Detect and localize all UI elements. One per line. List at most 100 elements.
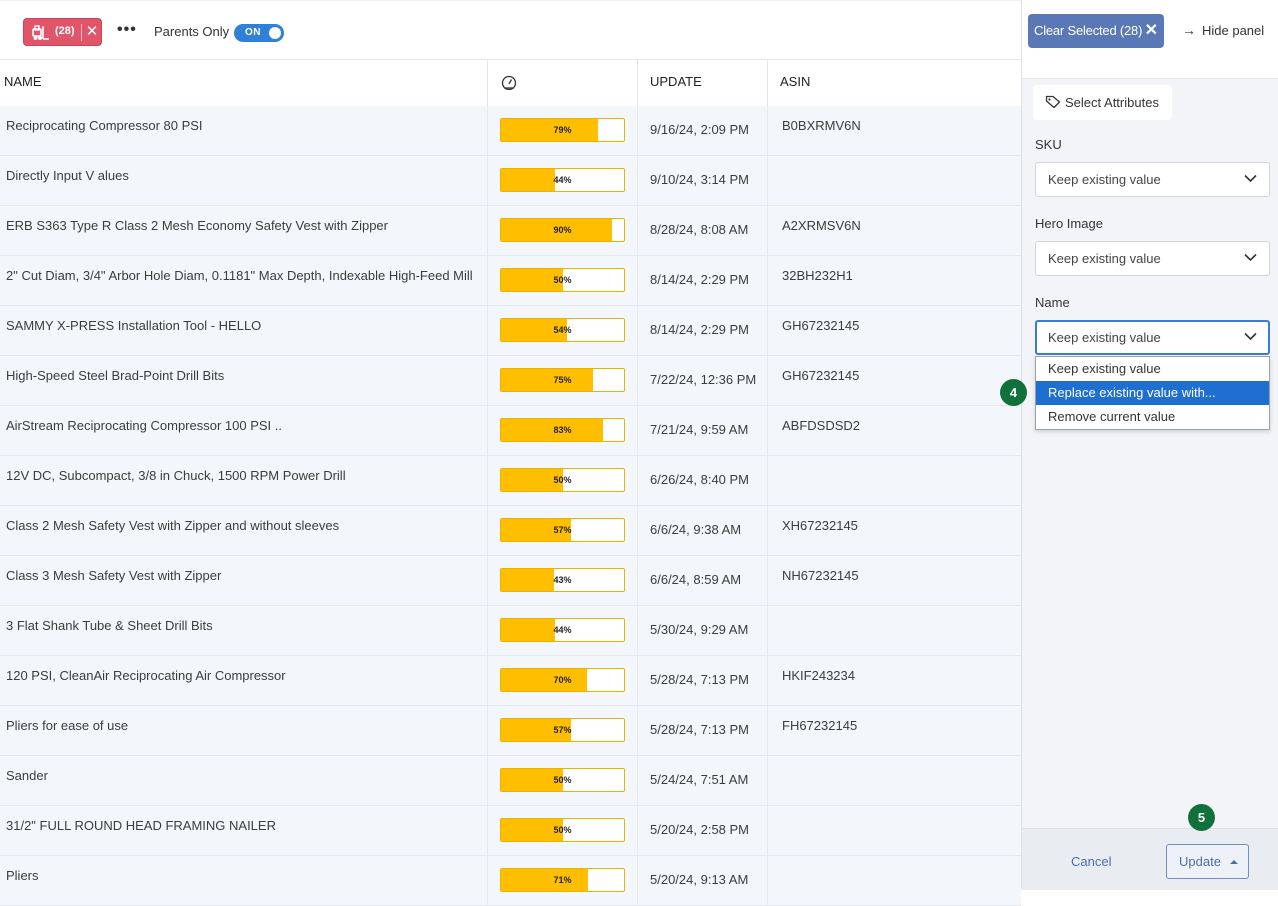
table-row[interactable]: High-Speed Steel Brad-Point Drill Bits 75…: [0, 356, 1021, 406]
product-name[interactable]: AirStream Reciprocating Compressor 100 P…: [6, 418, 282, 433]
product-name[interactable]: 120 PSI, CleanAir Reciprocating Air Comp…: [6, 668, 286, 683]
clear-filter-icon[interactable]: ✕: [84, 22, 100, 42]
toggle-state-label: ON: [245, 27, 261, 38]
column-divider: [767, 556, 768, 605]
column-divider: [767, 806, 768, 855]
score-bar: 90%: [500, 218, 625, 242]
name-label: Name: [1035, 295, 1070, 310]
hide-panel-button[interactable]: → Hide panel: [1182, 22, 1264, 38]
column-divider: [487, 156, 488, 205]
column-header-update[interactable]: UPDATE: [650, 60, 702, 106]
column-header-name[interactable]: NAME: [4, 60, 42, 106]
caret-up-icon: [1230, 860, 1238, 864]
table-header: NAME UPDATE ASIN: [0, 59, 1021, 107]
table-row[interactable]: Class 2 Mesh Safety Vest with Zipper and…: [0, 506, 1021, 556]
asin-value: NH67232145: [782, 568, 859, 583]
hero-image-dropdown-value: Keep existing value: [1048, 251, 1161, 266]
arrow-right-icon: →: [1182, 22, 1196, 38]
asin-value: XH67232145: [782, 518, 858, 533]
product-name[interactable]: Class 2 Mesh Safety Vest with Zipper and…: [6, 518, 339, 533]
toggle-knob: [269, 27, 281, 39]
column-divider: [637, 506, 638, 555]
update-date: 8/14/24, 2:29 PM: [650, 272, 750, 287]
product-name[interactable]: Class 3 Mesh Safety Vest with Zipper: [6, 568, 221, 583]
bulk-edit-panel: Clear Selected (28) ✕ → Hide panel Select…: [1021, 0, 1278, 890]
score-percent: 75%: [553, 375, 572, 385]
column-header-asin[interactable]: ASIN: [780, 60, 810, 106]
hero-image-dropdown[interactable]: Keep existing value: [1035, 241, 1270, 276]
hide-panel-label: Hide panel: [1202, 23, 1265, 38]
product-name[interactable]: 31/2" FULL ROUND HEAD FRAMING NAILER: [6, 818, 276, 833]
product-name[interactable]: 3 Flat Shank Tube & Sheet Drill Bits: [6, 618, 213, 633]
cancel-button[interactable]: Cancel: [1071, 854, 1111, 869]
table-row[interactable]: AirStream Reciprocating Compressor 100 P…: [0, 406, 1021, 456]
table-row[interactable]: 3 Flat Shank Tube & Sheet Drill Bits 44% 5…: [0, 606, 1021, 656]
product-name[interactable]: Pliers: [6, 868, 39, 883]
product-name[interactable]: ERB S363 Type R Class 2 Mesh Economy Saf…: [6, 218, 388, 233]
column-divider: [767, 206, 768, 255]
product-name[interactable]: High-Speed Steel Brad-Point Drill Bits: [6, 368, 224, 383]
product-name[interactable]: Sander: [6, 768, 48, 783]
table-row[interactable]: Sander 50% 5/24/24, 7:51 AM: [0, 756, 1021, 806]
update-date: 7/21/24, 9:59 AM: [650, 422, 749, 437]
name-dropdown[interactable]: Keep existing value: [1035, 320, 1270, 355]
product-name[interactable]: Reciprocating Compressor 80 PSI: [6, 118, 203, 133]
column-divider: [637, 60, 638, 106]
option-remove-current[interactable]: Remove current value: [1036, 405, 1269, 429]
table-row[interactable]: 120 PSI, CleanAir Reciprocating Air Comp…: [0, 656, 1021, 706]
table-row[interactable]: 12V DC, Subcompact, 3/8 in Chuck, 1500 R…: [0, 456, 1021, 506]
asin-value: GH67232145: [782, 318, 860, 333]
update-date: 5/28/24, 7:13 PM: [650, 722, 750, 737]
asin-value: GH67232145: [782, 368, 860, 383]
update-date: 7/22/24, 12:36 PM: [650, 372, 757, 387]
update-date: 8/28/24, 8:08 AM: [650, 222, 749, 237]
parents-only-toggle[interactable]: ON: [234, 24, 284, 42]
more-options-icon[interactable]: •••: [117, 21, 137, 39]
step-badge-4: 4: [1000, 379, 1027, 406]
update-label: Update: [1179, 854, 1221, 869]
hero-image-label: Hero Image: [1035, 216, 1103, 231]
table-row[interactable]: Pliers 71% 5/20/24, 9:13 AM: [0, 856, 1021, 906]
chevron-down-icon: [1244, 332, 1257, 341]
table-row[interactable]: Reciprocating Compressor 80 PSI 79% 9/16/2…: [0, 106, 1021, 156]
column-divider: [487, 656, 488, 705]
table-row[interactable]: ERB S363 Type R Class 2 Mesh Economy Saf…: [0, 206, 1021, 256]
sku-dropdown[interactable]: Keep existing value: [1035, 162, 1270, 197]
table-row[interactable]: 2" Cut Diam, 3/4" Arbor Hole Diam, 0.118…: [0, 256, 1021, 306]
option-keep-existing[interactable]: Keep existing value: [1036, 357, 1269, 381]
table-row[interactable]: SAMMY X-PRESS Installation Tool - HELLO 5…: [0, 306, 1021, 356]
update-date: 6/6/24, 9:38 AM: [650, 522, 742, 537]
chip-divider: [81, 24, 82, 41]
score-gauge-icon[interactable]: [501, 75, 517, 90]
product-grid: (28) ✕ ••• Parents Only ON NAME UPDATE A…: [0, 0, 1021, 906]
select-attributes-button[interactable]: Select Attributes: [1033, 85, 1172, 120]
score-percent: 50%: [553, 775, 572, 785]
product-name[interactable]: 2" Cut Diam, 3/4" Arbor Hole Diam, 0.118…: [6, 268, 473, 283]
column-divider: [487, 406, 488, 455]
product-name[interactable]: Directly Input V alues: [6, 168, 129, 183]
column-divider: [637, 606, 638, 655]
column-divider: [487, 356, 488, 405]
score-bar: 44%: [500, 168, 625, 192]
option-replace-existing[interactable]: Replace existing value with...: [1036, 381, 1269, 405]
active-filter-chip[interactable]: (28) ✕: [23, 18, 102, 46]
table-row[interactable]: Class 3 Mesh Safety Vest with Zipper 43% 6…: [0, 556, 1021, 606]
update-button[interactable]: Update: [1166, 844, 1249, 879]
column-divider: [767, 706, 768, 755]
column-divider: [487, 756, 488, 805]
score-bar: 50%: [500, 818, 625, 842]
product-name[interactable]: Pliers for ease of use: [6, 718, 128, 733]
table-row[interactable]: Directly Input V alues 44% 9/10/24, 3:14 P…: [0, 156, 1021, 206]
product-name[interactable]: SAMMY X-PRESS Installation Tool - HELLO: [6, 318, 261, 333]
product-name[interactable]: 12V DC, Subcompact, 3/8 in Chuck, 1500 R…: [6, 468, 346, 483]
table-row[interactable]: Pliers for ease of use 57% 5/28/24, 7:13 P…: [0, 706, 1021, 756]
score-bar: 44%: [500, 618, 625, 642]
column-divider: [487, 306, 488, 355]
column-divider: [487, 506, 488, 555]
panel-footer: Cancel Update: [1022, 828, 1278, 890]
clear-selected-button[interactable]: Clear Selected (28) ✕: [1028, 14, 1164, 48]
score-percent: 57%: [553, 525, 572, 535]
forklift-icon: [32, 25, 49, 40]
update-date: 6/26/24, 8:40 PM: [650, 472, 750, 487]
table-row[interactable]: 31/2" FULL ROUND HEAD FRAMING NAILER 50% 5…: [0, 806, 1021, 856]
